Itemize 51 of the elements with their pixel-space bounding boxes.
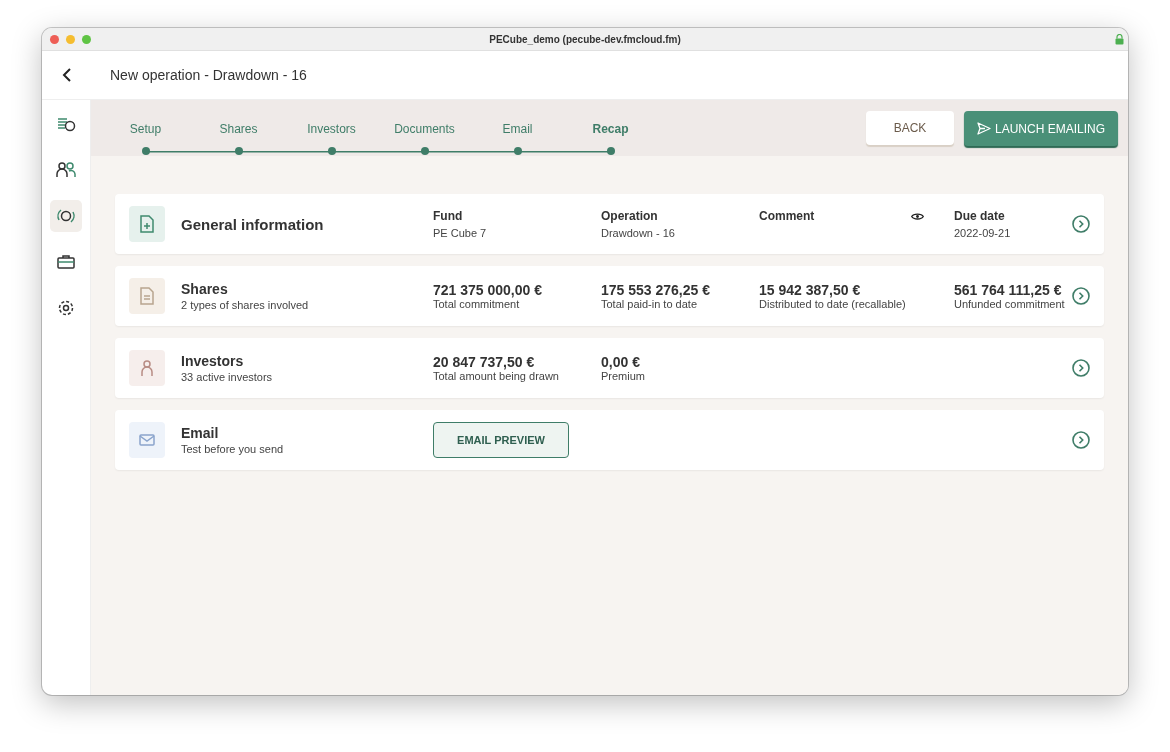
page-title: New operation - Drawdown - 16 — [110, 67, 307, 83]
launch-emailing-button[interactable]: LAUNCH EMAILING — [964, 111, 1118, 146]
field-label: Due date — [954, 209, 1006, 223]
chevron-right-icon[interactable] — [1072, 287, 1090, 305]
email-preview-button[interactable]: EMAIL PREVIEW — [433, 422, 569, 458]
field-label: Fund — [433, 209, 464, 223]
stepper-step[interactable]: Setup — [99, 100, 192, 156]
section-subtitle: Test before you send — [181, 443, 285, 455]
chevron-right-icon[interactable] — [1072, 431, 1090, 449]
field-value: Drawdown - 16 — [601, 227, 676, 239]
back-button[interactable]: BACK — [866, 111, 954, 145]
section-subtitle: 33 active investors — [181, 371, 274, 383]
coin-cycle-icon — [56, 207, 76, 225]
chevron-right-icon[interactable] — [1072, 359, 1090, 377]
amount-caption: Distributed to date (recallable) — [759, 298, 907, 310]
section-title: Email — [181, 425, 220, 441]
eye-icon[interactable] — [911, 212, 924, 221]
lock-icon — [1115, 33, 1124, 45]
field-label: Operation — [601, 209, 659, 223]
people-icon — [56, 161, 76, 179]
amount-value: 0,00 € — [601, 354, 641, 370]
section-title: Shares — [181, 281, 229, 297]
window-title: PECube_demo (pecube-dev.fmcloud.fm) — [489, 33, 681, 45]
stepper-step[interactable]: Recap — [564, 100, 657, 156]
amount-caption: Unfunded commitment — [954, 298, 1066, 310]
amount-value: 721 375 000,00 € — [433, 282, 543, 298]
amount-value: 175 553 276,25 € — [601, 282, 711, 298]
close-window-button[interactable] — [50, 34, 59, 44]
stepper-step[interactable]: Investors — [285, 100, 378, 156]
chevron-right-icon[interactable] — [1072, 215, 1090, 233]
amount-caption: Total amount being drawn — [433, 370, 560, 382]
stepper-step[interactable]: Documents — [378, 100, 471, 156]
field-value: PE Cube 7 — [433, 227, 488, 239]
operations-nav-item[interactable] — [50, 200, 82, 232]
amount-value: 20 847 737,50 € — [433, 354, 536, 370]
amount-caption: Total paid-in to date — [601, 298, 698, 310]
section-subtitle: 2 types of shares involved — [181, 299, 310, 311]
amount-caption: Total commitment — [433, 298, 521, 310]
section-title: General information — [181, 215, 325, 233]
stepper-step[interactable]: Email — [471, 100, 564, 156]
amount-value: 561 764 111,25 € — [954, 282, 1063, 298]
amount-value: 15 942 387,50 € — [759, 282, 862, 298]
field-value: 2022-09-21 — [954, 227, 1012, 239]
coins-icon — [56, 115, 76, 133]
settings-icon — [56, 299, 76, 317]
amount-caption: Premium — [601, 370, 646, 382]
stepper-step[interactable]: Shares — [192, 100, 285, 156]
briefcase-icon — [56, 253, 76, 271]
section-title: Investors — [181, 353, 245, 369]
send-icon — [977, 122, 991, 135]
field-label: Comment — [759, 209, 815, 223]
